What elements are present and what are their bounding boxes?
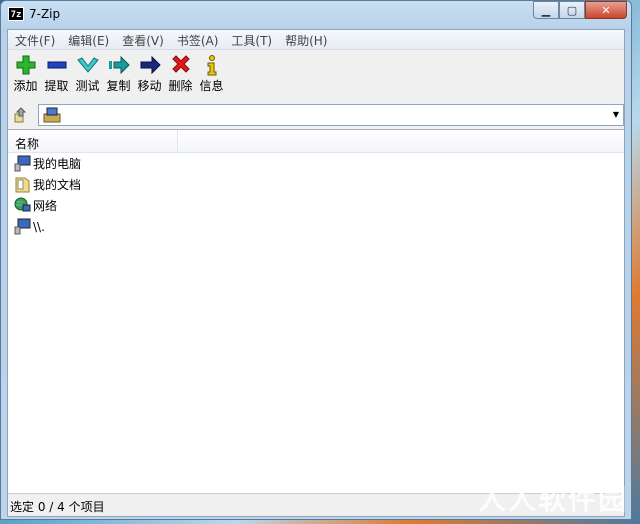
watermark-logo: 人人软件园: [477, 483, 628, 516]
file-list: 名称 我的电脑 我的文档 网络 \\.: [8, 129, 624, 494]
menu-help[interactable]: 帮助(H): [278, 30, 333, 49]
computer-icon: [14, 155, 31, 172]
status-text: 选定 0 / 4 个项目: [10, 500, 105, 514]
info-icon: [207, 55, 216, 76]
title-bar[interactable]: 7z 7-Zip ▁ ▢ ✕: [1, 1, 631, 29]
menu-view[interactable]: 查看(V): [115, 30, 170, 49]
maximize-button[interactable]: ▢: [559, 1, 585, 19]
extract-button[interactable]: 提取: [41, 50, 72, 96]
network-icon: [14, 197, 31, 212]
close-button[interactable]: ✕: [585, 1, 627, 19]
delete-button[interactable]: 删除: [165, 50, 196, 96]
column-header: 名称: [8, 130, 624, 153]
menu-edit[interactable]: 编辑(E): [61, 30, 115, 49]
menu-tools[interactable]: 工具(T): [224, 30, 278, 49]
item-name: 网络: [33, 199, 58, 213]
check-icon: [76, 57, 99, 73]
computer-icon: [14, 218, 31, 235]
move-button[interactable]: 移动: [134, 50, 165, 96]
delete-x-icon: [171, 55, 190, 73]
add-button[interactable]: 添加: [10, 50, 41, 96]
window-title: 7-Zip: [29, 7, 61, 21]
computer-folder-icon: [43, 107, 61, 123]
close-icon: ✕: [601, 3, 611, 17]
item-name: \\.: [33, 219, 45, 234]
list-item[interactable]: 我的文档: [8, 174, 624, 195]
dropdown-arrow-icon[interactable]: ▼: [613, 110, 619, 119]
item-name: 我的电脑: [33, 157, 82, 171]
list-item[interactable]: 我的电脑: [8, 153, 624, 174]
minimize-icon: ▁: [541, 3, 551, 17]
list-item[interactable]: \\.: [8, 216, 624, 237]
minimize-button[interactable]: ▁: [533, 1, 559, 19]
maximize-icon: ▢: [566, 3, 578, 17]
minus-icon: [47, 61, 66, 69]
up-folder-button[interactable]: [10, 104, 32, 126]
copy-button[interactable]: 复制: [103, 50, 134, 96]
info-button[interactable]: 信息: [196, 50, 227, 96]
column-name[interactable]: 名称: [8, 130, 178, 152]
copy-arrow-icon: [108, 55, 130, 75]
app-icon: 7z: [8, 7, 24, 21]
menu-bookmarks[interactable]: 书签(A): [170, 30, 225, 49]
menu-file[interactable]: 文件(F): [8, 30, 61, 49]
toolbar: 添加 提取 测试 复制 移动 删除 信息: [8, 50, 624, 96]
test-button[interactable]: 测试: [72, 50, 103, 96]
plus-icon: [16, 55, 35, 75]
path-combobox[interactable]: ▼: [38, 104, 624, 126]
up-folder-icon: [14, 107, 27, 123]
documents-folder-icon: [15, 177, 30, 193]
move-arrow-icon: [140, 55, 161, 75]
menu-bar: 文件(F) 编辑(E) 查看(V) 书签(A) 工具(T) 帮助(H): [8, 30, 624, 50]
item-name: 我的文档: [33, 178, 82, 192]
address-bar: ▼: [8, 102, 624, 128]
client-area: 文件(F) 编辑(E) 查看(V) 书签(A) 工具(T) 帮助(H) 添加 提…: [7, 29, 625, 517]
app-window: 7z 7-Zip ▁ ▢ ✕ 文件(F) 编辑(E) 查看(V) 书签(A) 工…: [0, 0, 632, 520]
list-item[interactable]: 网络: [8, 195, 624, 216]
